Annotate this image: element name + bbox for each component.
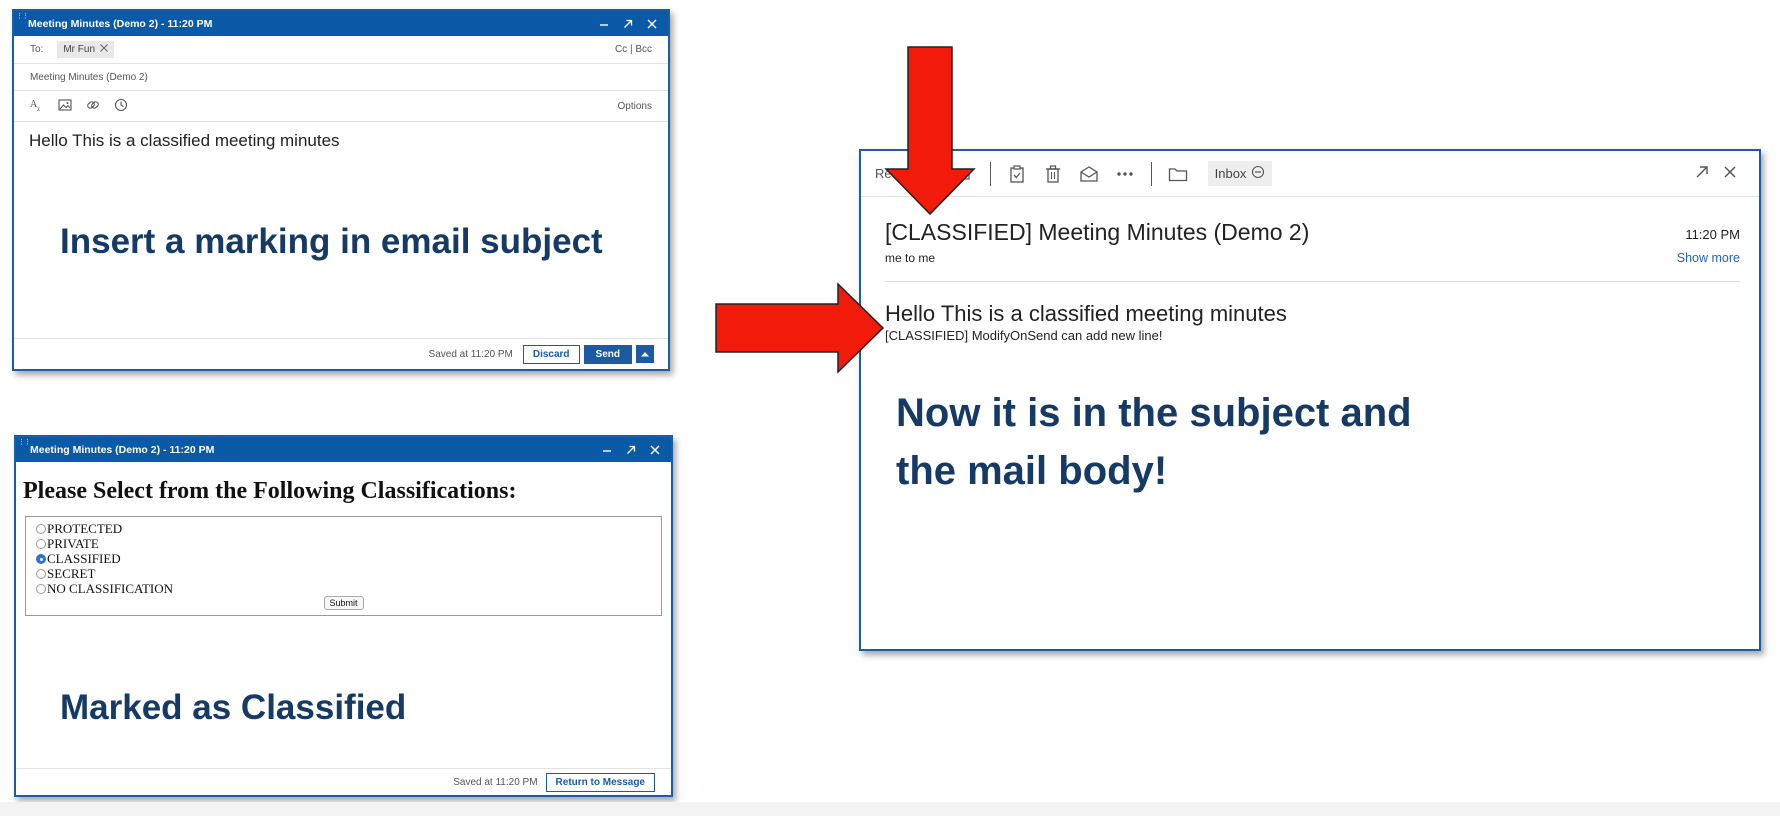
popout-icon[interactable]	[622, 18, 634, 30]
option-private[interactable]: PRIVATE	[36, 536, 651, 551]
radio-protected[interactable]	[36, 523, 46, 534]
radio-no-classification[interactable]	[36, 583, 46, 594]
option-label: CLASSIFIED	[47, 550, 121, 566]
option-no-classification[interactable]: NO CLASSIFICATION	[36, 581, 651, 596]
folder-chip[interactable]: Inbox	[1207, 161, 1273, 186]
option-label: NO CLASSIFICATION	[47, 580, 174, 596]
close-icon[interactable]	[649, 444, 661, 456]
message-subject: [CLASSIFIED] Meeting Minutes (Demo 2)	[885, 219, 1310, 245]
attach-link-icon[interactable]	[86, 98, 100, 115]
radio-classified-selected[interactable]	[36, 553, 46, 564]
caption-classify: Marked as Classified	[60, 688, 407, 727]
message-body[interactable]: Hello This is a classified meeting minut…	[14, 122, 668, 160]
classification-window: ⋮⋮ Meeting Minutes (Demo 2) - 11:20 PM P…	[14, 435, 673, 797]
compose-titlebar: ⋮⋮ Meeting Minutes (Demo 2) - 11:20 PM	[14, 11, 668, 36]
more-ellipsis-icon[interactable]	[1115, 164, 1135, 184]
popout-icon[interactable]	[625, 444, 637, 456]
caption-compose: Insert a marking in email subject	[60, 222, 603, 261]
delete-trash-icon[interactable]	[1043, 164, 1063, 184]
send-button[interactable]: Send	[583, 344, 632, 364]
option-label: PRIVATE	[47, 535, 99, 551]
compose-footer: Saved at 11:20 PM Discard Send	[14, 338, 668, 369]
clipboard-task-icon[interactable]	[1007, 164, 1027, 184]
caption-reader-line-1: Now it is in the subject and	[896, 391, 1412, 435]
compose-window-title: Meeting Minutes (Demo 2) - 11:20 PM	[28, 17, 213, 30]
svg-text:z: z	[37, 105, 40, 112]
cc-bcc-link[interactable]: Cc | Bcc	[615, 44, 652, 55]
close-icon[interactable]	[1723, 165, 1737, 182]
message-body-line-2: [CLASSIFIED] ModifyOnSend can add new li…	[885, 328, 1163, 343]
submit-button[interactable]: Submit	[323, 596, 364, 610]
to-row: To: Mr Fun Cc | Bcc	[14, 36, 668, 64]
mark-read-envelope-icon[interactable]	[1079, 164, 1099, 184]
show-more-link[interactable]: Show more	[1677, 251, 1740, 265]
radio-private[interactable]	[36, 538, 46, 549]
toolbar-divider	[1150, 161, 1152, 186]
option-label: PROTECTED	[47, 520, 123, 536]
option-secret[interactable]: SECRET	[36, 566, 651, 581]
remove-folder-icon[interactable]	[1251, 165, 1265, 182]
down-arrow-icon	[884, 46, 976, 216]
classification-form: PROTECTED PRIVATE CLASSIFIED SECRET NO C…	[25, 516, 662, 616]
minimize-icon[interactable]	[601, 444, 613, 456]
toolbar-divider	[989, 161, 991, 186]
option-label: SECRET	[47, 565, 96, 581]
drag-grip-icon[interactable]: ⋮⋮	[16, 13, 29, 20]
reader-toolbar: Re Inbox	[861, 151, 1759, 197]
message-time: 11:20 PM	[1685, 227, 1740, 242]
folder-label: Inbox	[1214, 166, 1247, 181]
classification-window-title: Meeting Minutes (Demo 2) - 11:20 PM	[30, 443, 215, 456]
drag-grip-icon[interactable]: ⋮⋮	[18, 439, 31, 446]
close-icon[interactable]	[646, 18, 658, 30]
options-link[interactable]: Options	[618, 101, 652, 112]
recipient-name: Mr Fun	[63, 44, 96, 55]
compose-toolbar: Az Options	[14, 91, 668, 122]
schedule-clock-icon[interactable]	[114, 98, 128, 115]
subject-field[interactable]: Meeting Minutes (Demo 2)	[14, 64, 668, 91]
minimize-icon[interactable]	[598, 18, 610, 30]
option-protected[interactable]: PROTECTED	[36, 521, 651, 536]
right-arrow-icon	[715, 282, 885, 374]
classification-titlebar: ⋮⋮ Meeting Minutes (Demo 2) - 11:20 PM	[16, 437, 671, 462]
caption-reader: Now it is in the subject and the mail bo…	[896, 384, 1412, 500]
saved-status: Saved at 11:20 PM	[428, 348, 513, 360]
option-classified[interactable]: CLASSIFIED	[36, 551, 651, 566]
classification-footer: Saved at 11:20 PM Return to Message	[16, 768, 671, 795]
move-folder-icon[interactable]	[1168, 164, 1188, 184]
discard-button[interactable]: Discard	[522, 344, 580, 364]
classification-heading: Please Select from the Following Classif…	[23, 478, 517, 504]
return-to-message-button[interactable]: Return to Message	[545, 772, 655, 792]
insert-image-icon[interactable]	[58, 98, 72, 115]
compose-window: ⋮⋮ Meeting Minutes (Demo 2) - 11:20 PM T…	[12, 9, 670, 371]
radio-secret[interactable]	[36, 568, 46, 579]
format-text-icon[interactable]: Az	[30, 98, 44, 115]
caption-reader-line-2: the mail body!	[896, 449, 1168, 493]
header-divider	[885, 281, 1740, 282]
to-label: To:	[30, 44, 44, 55]
bottom-edge	[0, 802, 1780, 816]
message-body-line-1: Hello This is a classified meeting minut…	[885, 301, 1287, 326]
remove-recipient-icon[interactable]	[100, 44, 108, 55]
send-options-chevron-up-icon[interactable]	[636, 345, 654, 363]
popout-icon[interactable]	[1695, 165, 1709, 182]
saved-status: Saved at 11:20 PM	[453, 776, 538, 788]
sender-recipient: me to me	[885, 251, 936, 265]
recipient-chip[interactable]: Mr Fun	[57, 41, 115, 58]
